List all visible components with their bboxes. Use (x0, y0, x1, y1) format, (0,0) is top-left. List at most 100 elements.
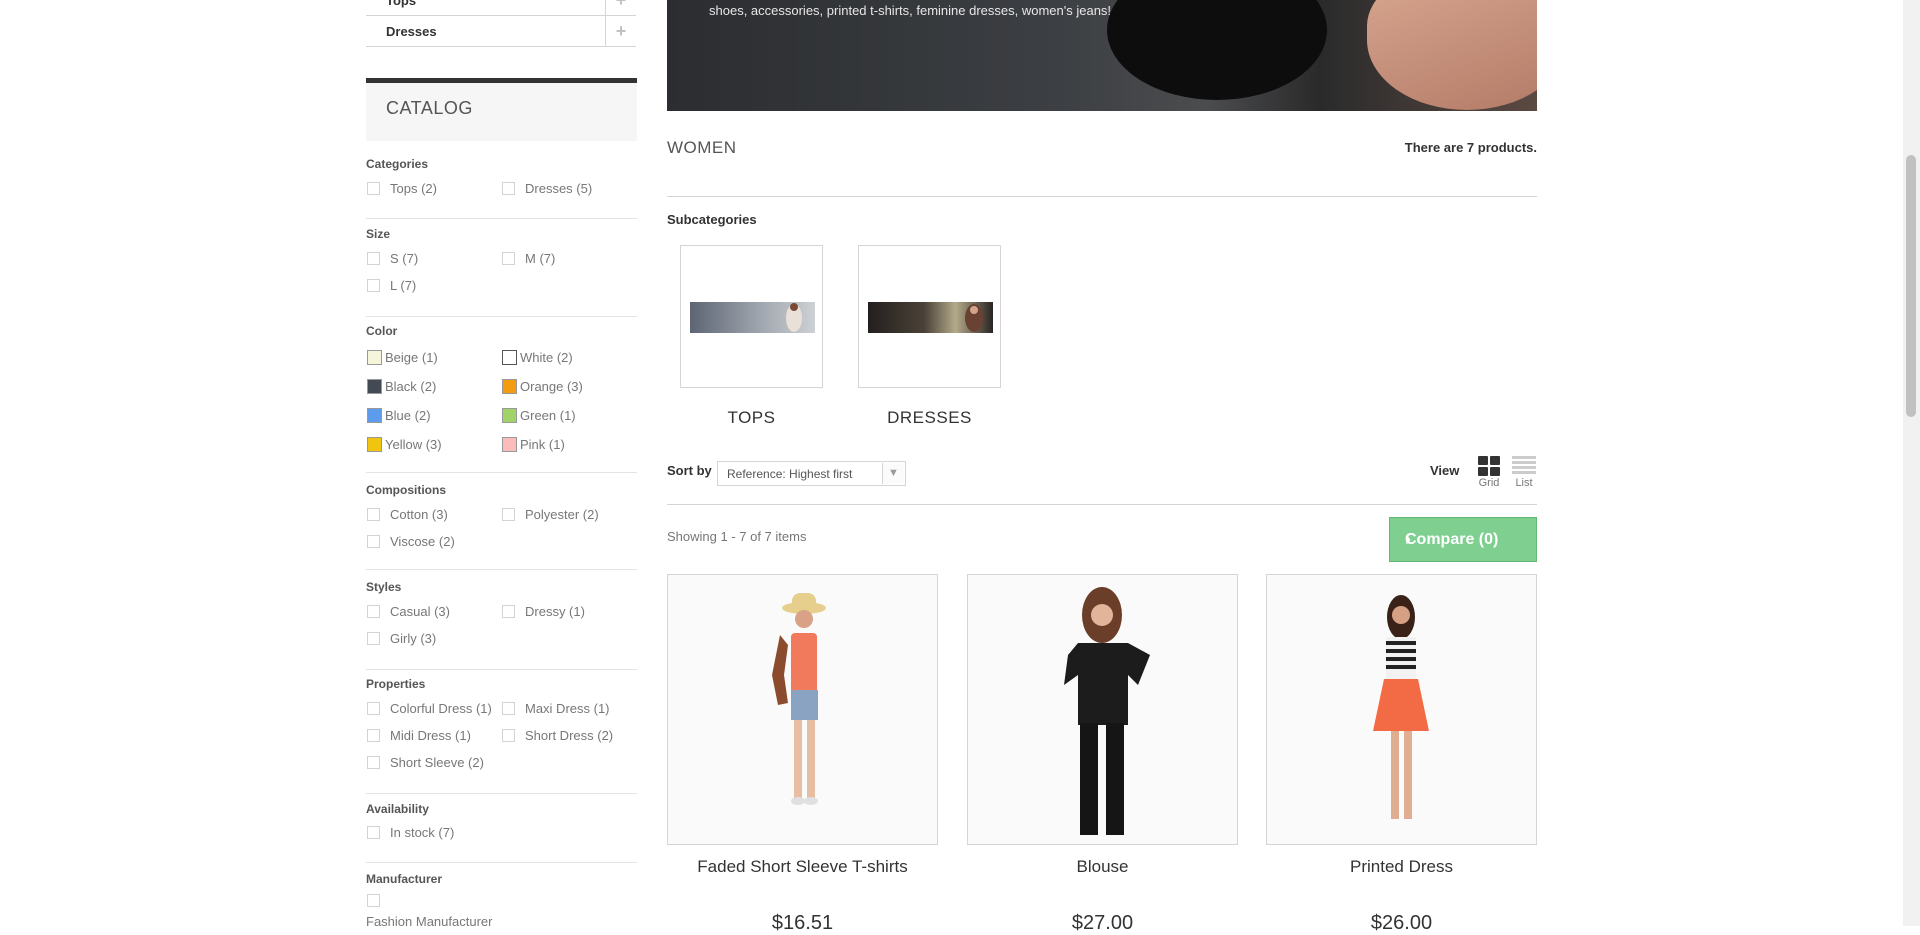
filter-checkbox-size-l[interactable]: L (7) (367, 278, 416, 293)
filter-checkbox-casual[interactable]: Casual (3) (367, 604, 450, 619)
filter-checkbox-in-stock[interactable]: In stock (7) (367, 825, 454, 840)
grid-view-icon[interactable] (1478, 456, 1500, 476)
filter-checkbox-dresses[interactable]: Dresses (5) (502, 181, 592, 196)
view-grid-caption[interactable]: Grid (1476, 477, 1502, 489)
filter-checkbox-viscose[interactable]: Viscose (2) (367, 534, 455, 549)
filter-color-green[interactable]: Green (1) (502, 408, 576, 423)
filter-color-yellow[interactable]: Yellow (3) (367, 437, 442, 452)
sort-select[interactable]: Reference: Highest first ▼ (717, 461, 906, 486)
product-image-faded-tshirt[interactable] (667, 574, 938, 845)
checkbox[interactable] (502, 702, 515, 715)
checkbox[interactable] (367, 605, 380, 618)
product-photo[interactable] (968, 575, 1237, 844)
catalog-title: CATALOG (386, 98, 473, 118)
filter-checkbox-cotton[interactable]: Cotton (3) (367, 507, 448, 522)
color-swatch[interactable] (367, 408, 382, 423)
product-photo[interactable] (668, 575, 937, 844)
checkbox[interactable] (367, 252, 380, 265)
subcategory-label-dresses[interactable]: DRESSES (858, 408, 1001, 428)
filter-checkbox-dressy[interactable]: Dressy (1) (502, 604, 585, 619)
filter-checkbox-maxi-dress[interactable]: Maxi Dress (1) (502, 701, 610, 716)
view-grid-button[interactable]: Grid (1476, 456, 1502, 489)
page-scrollbar[interactable] (1903, 0, 1920, 926)
product-photo[interactable] (1267, 575, 1536, 844)
color-swatch[interactable] (367, 437, 382, 452)
product-name[interactable]: Blouse (967, 857, 1238, 877)
tree-item-label[interactable]: Tops (386, 0, 416, 8)
expand-plus-icon[interactable]: + (605, 0, 636, 15)
view-list-caption[interactable]: List (1511, 477, 1537, 489)
tree-item-dresses[interactable]: Dresses + (366, 16, 636, 47)
sort-selected-value[interactable]: Reference: Highest first (727, 467, 852, 481)
filter-title-manufacturer: Manufacturer (366, 872, 443, 886)
checkbox[interactable] (502, 252, 515, 265)
divider (667, 196, 1537, 197)
checkbox[interactable] (502, 182, 515, 195)
product-name[interactable]: Printed Dress (1266, 857, 1537, 877)
filter-checkbox-short-sleeve[interactable]: Short Sleeve (2) (367, 755, 484, 770)
tree-item-tops[interactable]: Tops + (366, 0, 636, 16)
chevron-down-icon[interactable]: ▼ (882, 463, 904, 484)
checkbox[interactable] (367, 182, 380, 195)
filter-title-properties: Properties (366, 677, 426, 691)
filter-checkbox-girly[interactable]: Girly (3) (367, 631, 436, 646)
filter-checkbox-manufacturer[interactable] (367, 894, 390, 907)
filter-color-blue[interactable]: Blue (2) (367, 408, 431, 423)
filter-checkbox-short-dress[interactable]: Short Dress (2) (502, 728, 613, 743)
scrollbar-thumb[interactable] (1906, 155, 1916, 417)
tree-item-label[interactable]: Dresses (386, 24, 437, 39)
subcategory-thumb-dresses[interactable] (858, 245, 1001, 388)
product-image-printed-dress[interactable] (1266, 574, 1537, 845)
color-swatch[interactable] (502, 408, 517, 423)
subcategory-thumb-tops[interactable] (680, 245, 823, 388)
filter-checkbox-size-m[interactable]: M (7) (502, 251, 555, 266)
filter-title-color: Color (366, 324, 398, 338)
filter-title-categories: Categories (366, 157, 429, 171)
checkbox[interactable] (367, 756, 380, 769)
filter-checkbox-midi-dress[interactable]: Midi Dress (1) (367, 728, 471, 743)
chevron-right-icon[interactable]: › (1405, 529, 1524, 550)
filter-checkbox-polyester[interactable]: Polyester (2) (502, 507, 599, 522)
filter-title-styles: Styles (366, 580, 402, 594)
product-name[interactable]: Faded Short Sleeve T-shirts (667, 857, 938, 877)
filter-title-size: Size (366, 227, 391, 241)
filter-color-orange[interactable]: Orange (3) (502, 379, 583, 394)
filter-color-beige[interactable]: Beige (1) (367, 350, 438, 365)
subcategory-image[interactable] (868, 302, 993, 333)
divider (366, 472, 637, 473)
filter-title-availability: Availability (366, 802, 429, 816)
checkbox[interactable] (367, 894, 380, 907)
checkbox[interactable] (502, 605, 515, 618)
checkbox[interactable] (367, 702, 380, 715)
view-list-button[interactable]: List (1511, 456, 1537, 489)
manufacturer-label[interactable]: Fashion Manufacturer (366, 914, 492, 929)
banner-model-shoulder (1367, 0, 1537, 110)
filter-checkbox-colorful-dress[interactable]: Colorful Dress (1) (367, 701, 492, 716)
filter-checkbox-size-s[interactable]: S (7) (367, 251, 418, 266)
filter-checkbox-tops[interactable]: Tops (2) (367, 181, 437, 196)
subcategory-label-tops[interactable]: TOPS (680, 408, 823, 428)
checkbox[interactable] (502, 508, 515, 521)
color-swatch[interactable] (367, 379, 382, 394)
filter-color-white[interactable]: White (2) (502, 350, 573, 365)
catalog-header: CATALOG (366, 78, 637, 141)
color-swatch[interactable] (502, 437, 517, 452)
checkbox[interactable] (367, 508, 380, 521)
expand-plus-icon[interactable]: + (605, 16, 636, 46)
color-swatch[interactable] (367, 350, 382, 365)
filter-color-pink[interactable]: Pink (1) (502, 437, 565, 452)
product-count: There are 7 products. (1404, 140, 1537, 155)
compare-button[interactable]: Compare (0) › (1389, 517, 1537, 562)
color-swatch[interactable] (502, 379, 517, 394)
checkbox[interactable] (367, 535, 380, 548)
list-view-icon[interactable] (1512, 456, 1536, 476)
checkbox[interactable] (502, 729, 515, 742)
subcategory-image[interactable] (690, 302, 815, 333)
checkbox[interactable] (367, 279, 380, 292)
checkbox[interactable] (367, 632, 380, 645)
checkbox[interactable] (367, 729, 380, 742)
product-image-blouse[interactable] (967, 574, 1238, 845)
checkbox[interactable] (367, 826, 380, 839)
filter-color-black[interactable]: Black (2) (367, 379, 436, 394)
color-swatch[interactable] (502, 350, 517, 365)
